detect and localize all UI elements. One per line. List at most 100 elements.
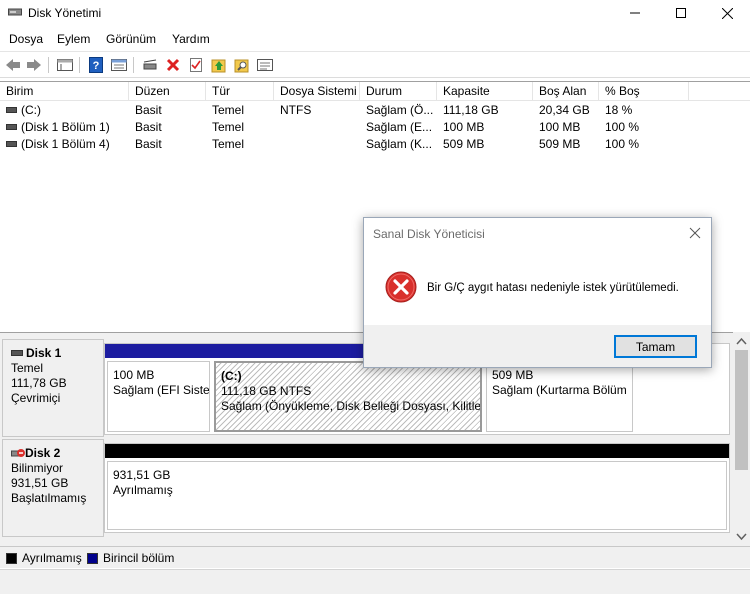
cell-percent-free: 18 % bbox=[605, 103, 633, 117]
cell-type: Temel bbox=[212, 137, 245, 151]
cell-type: Temel bbox=[212, 120, 245, 134]
cell-free-space: 509 MB bbox=[539, 137, 581, 151]
partition-status: Sağlam (Önyükleme, Disk Belleği Dosyası,… bbox=[221, 399, 482, 413]
delete-icon[interactable] bbox=[164, 56, 182, 74]
disk-2-label[interactable]: Disk 2 Bilinmiyor 931,51 GB Başlatılmamı… bbox=[2, 439, 104, 537]
search-icon[interactable] bbox=[233, 56, 251, 74]
console-tree-icon[interactable] bbox=[110, 56, 128, 74]
cell-volume: (Disk 1 Bölüm 4) bbox=[21, 137, 110, 151]
cell-percent-free: 100 % bbox=[605, 120, 640, 134]
column-header-free-space[interactable]: Boş Alan bbox=[533, 82, 599, 101]
legend-swatch-primary bbox=[87, 553, 98, 564]
cell-status: Sağlam (K... bbox=[366, 137, 433, 151]
legend-label-primary: Birincil bölüm bbox=[103, 551, 175, 565]
disk-type: Temel bbox=[11, 361, 44, 375]
menu-view[interactable]: Görünüm bbox=[106, 32, 156, 46]
scrollbar-thumb[interactable] bbox=[735, 350, 748, 470]
volume-list-header: Birim Düzen Tür Dosya Sistemi Durum Kapa… bbox=[0, 82, 750, 101]
cell-volume: (Disk 1 Bölüm 1) bbox=[21, 120, 110, 134]
cell-file-system bbox=[274, 136, 360, 153]
cell-type: Temel bbox=[212, 103, 245, 117]
partition-size: 111,18 GB NTFS bbox=[221, 384, 312, 398]
legend-swatch-unallocated bbox=[6, 553, 17, 564]
column-header-file-system[interactable]: Dosya Sistemi bbox=[274, 82, 360, 101]
cell-free-space: 100 MB bbox=[539, 120, 581, 134]
legend: Ayrılmamış Birincil bölüm bbox=[0, 546, 750, 568]
legend-label-unallocated: Ayrılmamış bbox=[22, 551, 82, 565]
column-header-capacity[interactable]: Kapasite bbox=[437, 82, 533, 101]
disk-type: Bilinmiyor bbox=[11, 461, 64, 475]
cell-free-space: 20,34 GB bbox=[539, 103, 590, 117]
cell-capacity: 100 MB bbox=[443, 120, 485, 134]
menu-file[interactable]: Dosya bbox=[9, 32, 43, 46]
partition-status: Sağlam (EFI Sister bbox=[113, 383, 210, 397]
maximize-button[interactable] bbox=[658, 0, 704, 26]
partition-size: 931,51 GB bbox=[113, 468, 171, 482]
list-icon[interactable] bbox=[256, 56, 274, 74]
back-icon[interactable] bbox=[4, 56, 22, 74]
disk-drive-icon bbox=[11, 350, 23, 356]
column-header-type[interactable]: Tür bbox=[206, 82, 274, 101]
partition-label: (C:) bbox=[221, 369, 242, 383]
close-button[interactable] bbox=[704, 0, 750, 26]
disk-1-label[interactable]: Disk 1 Temel 111,78 GB Çevrimiçi bbox=[2, 339, 104, 437]
title-bar: Disk Yönetimi bbox=[0, 0, 750, 26]
dialog-message: Bir G/Ç aygıt hatası nedeniyle istek yür… bbox=[427, 282, 679, 294]
table-row[interactable]: (Disk 1 Bölüm 4) Basit Temel Sağlam (K..… bbox=[0, 136, 750, 153]
dialog-close-button[interactable] bbox=[685, 223, 705, 243]
partition-size: 509 MB bbox=[492, 368, 534, 382]
disk-name: Disk 1 bbox=[26, 346, 62, 360]
partition-efi[interactable]: 100 MB Sağlam (EFI Sister bbox=[105, 344, 212, 434]
partition-unallocated[interactable]: 931,51 GB Ayrılmamış bbox=[105, 444, 729, 532]
partition-size: 100 MB bbox=[113, 368, 155, 382]
partition-status: Sağlam (Kurtarma Bölüm bbox=[492, 383, 627, 397]
connect-icon[interactable] bbox=[141, 56, 159, 74]
column-header-percent-free[interactable]: % Boş bbox=[599, 82, 689, 101]
cell-layout: Basit bbox=[135, 120, 162, 134]
forward-icon[interactable] bbox=[25, 56, 43, 74]
column-header-layout[interactable]: Düzen bbox=[129, 82, 206, 101]
window-title: Disk Yönetimi bbox=[28, 6, 102, 20]
disk-size: 111,78 GB bbox=[11, 376, 67, 390]
cell-percent-free: 100 % bbox=[605, 137, 640, 151]
error-icon bbox=[385, 271, 417, 303]
scroll-down-icon bbox=[736, 533, 747, 541]
cell-capacity: 509 MB bbox=[443, 137, 485, 151]
vertical-scrollbar[interactable] bbox=[733, 332, 750, 546]
scroll-up-icon bbox=[736, 337, 747, 345]
dialog-title: Sanal Disk Yöneticisi bbox=[373, 227, 485, 241]
disk-size: 931,51 GB bbox=[11, 476, 69, 490]
column-header-status[interactable]: Durum bbox=[360, 82, 437, 101]
cell-layout: Basit bbox=[135, 137, 162, 151]
menu-action[interactable]: Eylem bbox=[57, 32, 90, 46]
dialog-footer: Tamam bbox=[364, 325, 711, 367]
help-icon[interactable]: ? bbox=[87, 56, 105, 74]
disk-2-partitions: 931,51 GB Ayrılmamış bbox=[104, 443, 730, 533]
table-row[interactable]: (C:) Basit Temel NTFS Sağlam (Ö... 111,1… bbox=[0, 102, 750, 119]
cell-capacity: 111,18 GB bbox=[443, 103, 499, 117]
column-header-volume[interactable]: Birim bbox=[0, 82, 129, 101]
partition-status: Ayrılmamış bbox=[113, 483, 173, 497]
svg-text:?: ? bbox=[93, 60, 100, 72]
disk-error-icon bbox=[11, 448, 25, 458]
menu-bar: Dosya Eylem Görünüm Yardım bbox=[0, 29, 750, 49]
cell-status: Sağlam (Ö... bbox=[366, 103, 434, 117]
disk-status: Çevrimiçi bbox=[11, 391, 61, 405]
disk-management-icon bbox=[8, 6, 22, 18]
disk-status: Başlatılmamış bbox=[11, 491, 87, 505]
properties-icon[interactable] bbox=[56, 56, 74, 74]
check-icon[interactable] bbox=[187, 56, 205, 74]
toolbar: ? bbox=[0, 51, 750, 78]
close-icon bbox=[689, 227, 701, 239]
drive-icon bbox=[6, 141, 17, 147]
ok-button[interactable]: Tamam bbox=[614, 335, 697, 358]
minimize-button[interactable] bbox=[612, 0, 658, 26]
cell-file-system bbox=[274, 119, 360, 136]
cell-volume: (C:) bbox=[21, 103, 41, 117]
cell-status: Sağlam (E... bbox=[366, 120, 433, 134]
table-row[interactable]: (Disk 1 Bölüm 1) Basit Temel Sağlam (E..… bbox=[0, 119, 750, 136]
drive-icon bbox=[6, 124, 17, 130]
cell-file-system: NTFS bbox=[280, 103, 312, 117]
up-icon[interactable] bbox=[210, 56, 228, 74]
menu-help[interactable]: Yardım bbox=[172, 32, 210, 46]
